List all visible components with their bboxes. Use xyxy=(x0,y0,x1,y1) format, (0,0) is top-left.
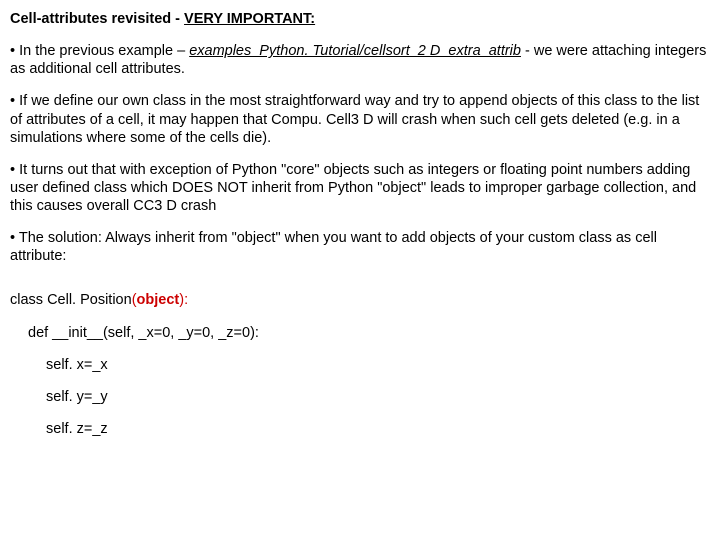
bullet-1: • In the previous example – examples_Pyt… xyxy=(10,42,708,78)
code-path: examples_Python. Tutorial/cellsort_2 D_e… xyxy=(189,43,521,59)
code-text: class Cell. Position xyxy=(10,292,132,308)
bullet-dot: • xyxy=(10,230,19,246)
code-text: self. x=_x xyxy=(46,357,108,373)
bullet-dot: • xyxy=(10,93,19,109)
bullet-text: If we define our own class in the most s… xyxy=(10,93,699,145)
bullet-dot: • xyxy=(10,162,19,178)
bullet-4: • The solution: Always inherit from "obj… xyxy=(10,229,708,265)
bullet-text: It turns out that with exception of Pyth… xyxy=(10,162,696,214)
code-paren-close: ): xyxy=(179,292,188,308)
bullet-text: In the previous example – xyxy=(19,43,189,59)
bullet-dot: • xyxy=(10,43,19,59)
bullet-2: • If we define our own class in the most… xyxy=(10,92,708,146)
code-text: self. y=_y xyxy=(46,389,108,405)
code-text: def __init__(self, _x=0, _y=0, _z=0): xyxy=(28,325,259,341)
code-line-assign: self. y=_y xyxy=(10,388,708,406)
code-line-class: class Cell. Position(object): xyxy=(10,291,708,309)
code-line-assign: self. z=_z xyxy=(10,420,708,438)
bullet-3: • It turns out that with exception of Py… xyxy=(10,161,708,215)
code-line-def: def __init__(self, _x=0, _y=0, _z=0): xyxy=(10,324,708,342)
slide-body: Cell-attributes revisited - VERY IMPORTA… xyxy=(0,0,720,462)
code-block: class Cell. Position(object): def __init… xyxy=(10,291,708,438)
bullet-text: The solution: Always inherit from "objec… xyxy=(10,230,657,264)
title-prefix: Cell-attributes revisited - xyxy=(10,11,184,27)
code-object: object xyxy=(137,292,180,308)
slide-title: Cell-attributes revisited - VERY IMPORTA… xyxy=(10,10,708,28)
code-line-assign: self. x=_x xyxy=(10,356,708,374)
code-text: self. z=_z xyxy=(46,421,108,437)
title-emphasis: VERY IMPORTANT: xyxy=(184,11,315,27)
